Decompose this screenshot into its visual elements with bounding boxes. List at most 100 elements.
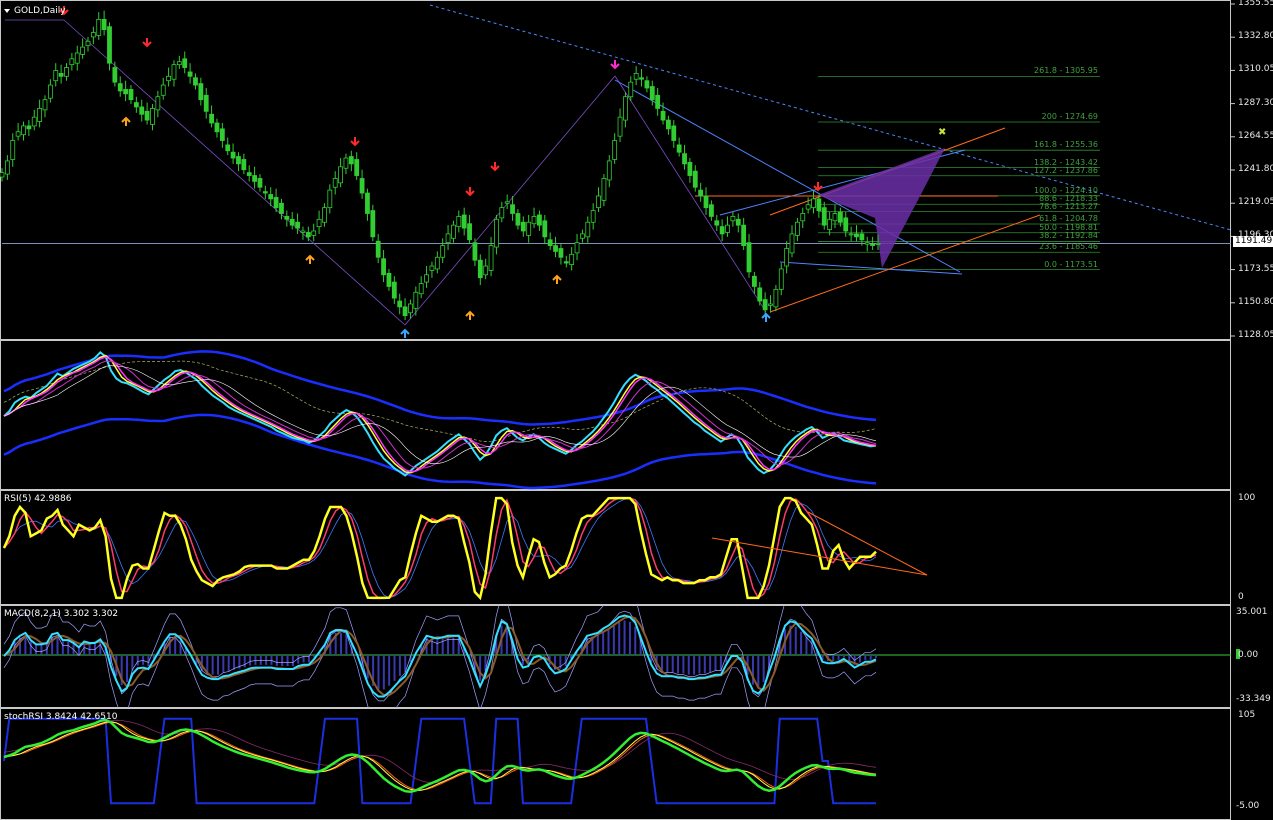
candle-body <box>719 226 725 235</box>
candle-body <box>365 192 370 214</box>
candle-body <box>698 189 704 197</box>
price-tick-label: 1264.55 <box>1238 130 1273 141</box>
rsi-svg[interactable] <box>0 490 1273 605</box>
candle-body <box>133 102 139 108</box>
candle-body <box>870 243 876 246</box>
candle-body <box>494 218 499 248</box>
price-tick-label: 1128.05 <box>1238 330 1273 340</box>
ma-bands-svg[interactable] <box>0 340 1273 490</box>
candle-body <box>537 214 542 226</box>
candle-body <box>735 218 741 226</box>
candle-body <box>90 32 96 38</box>
current-price-label: 1191.49 <box>1233 236 1273 247</box>
candle-body <box>139 106 145 115</box>
candle-body <box>359 178 365 194</box>
candle-body <box>596 195 601 209</box>
candle-body <box>101 18 107 31</box>
candle-body <box>504 201 510 204</box>
candle-body <box>300 230 306 233</box>
fib-level-label: 261.8 - 1305.95 <box>1034 66 1098 76</box>
candle-body <box>784 248 790 267</box>
price-tick-label: 1310.05 <box>1238 64 1273 75</box>
candle-body <box>74 52 80 64</box>
candle-body <box>155 96 161 111</box>
candle-body <box>773 288 779 308</box>
target-marker-icon: ✖ <box>938 127 946 138</box>
candle-body <box>569 253 575 265</box>
candle-body <box>279 202 284 214</box>
candle-body <box>751 275 757 287</box>
candle-body <box>37 108 43 122</box>
candle-body <box>160 84 166 96</box>
candle-body <box>585 221 591 238</box>
rsi-pane[interactable]: RSI(5) 42.9886 100 0 <box>0 490 1273 605</box>
sell-arrow-icon <box>350 137 360 147</box>
candle-body <box>241 159 247 171</box>
chart-window[interactable]: ✖ GOLD,Daily 1355.55 1332.80 1310.05 1287.3… <box>0 0 1273 820</box>
candle-body <box>708 204 714 217</box>
candle-body <box>601 178 607 201</box>
candle-body <box>553 245 558 252</box>
candle-body <box>381 258 386 276</box>
candle-body <box>676 144 682 153</box>
candle-body <box>262 191 268 194</box>
candle-body <box>112 67 118 83</box>
candle-body <box>461 214 467 229</box>
candle-body <box>644 80 650 89</box>
candle-body <box>338 166 343 184</box>
rsi-title: RSI(5) 42.9886 <box>4 494 72 504</box>
candle-body <box>176 61 182 66</box>
candle-body <box>252 175 257 182</box>
candle-body <box>171 64 177 80</box>
macd-svg[interactable] <box>0 605 1273 708</box>
macd-pane[interactable]: MACD(8,2,1) 3.302 3.302 35.001 0.00 -33.… <box>0 605 1273 708</box>
dashed-band-line <box>3 360 877 442</box>
candle-body <box>230 151 236 159</box>
stochrsi-pane[interactable]: stochRSI 3.8424 42.6510 105 -5.00 <box>0 708 1273 820</box>
fib-level-label: 0.0 - 1173.51 <box>1044 259 1098 269</box>
candle-body <box>821 207 827 226</box>
candle-body <box>606 160 612 181</box>
candle-body <box>558 248 564 258</box>
candle-body <box>445 233 451 244</box>
candle-body <box>58 72 64 77</box>
candle-body <box>800 213 806 222</box>
candle-body <box>182 58 188 68</box>
fib-level-label: 161.8 - 1255.36 <box>1034 140 1098 150</box>
candle-body <box>510 204 515 214</box>
candle-body <box>864 242 870 245</box>
candle-body <box>837 211 843 223</box>
fib-level-label: 200 - 1274.69 <box>1041 112 1098 121</box>
orange-channel-line <box>769 214 1041 313</box>
candle-body <box>193 77 198 86</box>
candle-body <box>354 159 360 176</box>
stochrsi-svg[interactable] <box>0 708 1273 820</box>
candle-body <box>633 72 639 80</box>
candle-body <box>203 94 209 112</box>
rsi-tick-100: 100 <box>1238 493 1256 503</box>
candle-body <box>440 245 446 258</box>
candle-body <box>515 213 521 226</box>
stochrsi-raw-line <box>3 717 876 805</box>
price-pane[interactable]: ✖ GOLD,Daily 1355.55 1332.80 1310.05 1287.3… <box>0 0 1273 340</box>
candle-body <box>391 281 397 299</box>
sell-arrow-icon <box>490 162 500 172</box>
candle-body <box>526 221 532 236</box>
chart-menu-triangle-icon[interactable] <box>4 9 10 13</box>
candle-body <box>0 172 5 178</box>
fib-level-label: 61.8 - 1204.78 <box>1039 214 1098 224</box>
candle-body <box>370 210 376 238</box>
candle-body <box>655 94 661 109</box>
candle-body <box>794 221 800 236</box>
candle-body <box>31 116 37 127</box>
candle-body <box>639 77 644 80</box>
macd-tick-bottom: -33.349 <box>1236 694 1271 704</box>
candle-body <box>805 204 811 210</box>
candle-body <box>703 195 709 209</box>
rsi-line <box>2 496 877 601</box>
ma-bands-pane[interactable] <box>0 340 1273 490</box>
candle-body <box>348 156 354 165</box>
candle-body <box>477 259 483 279</box>
stochrsi-tick-bottom: -5.00 <box>1236 801 1260 811</box>
candle-body <box>483 265 489 276</box>
